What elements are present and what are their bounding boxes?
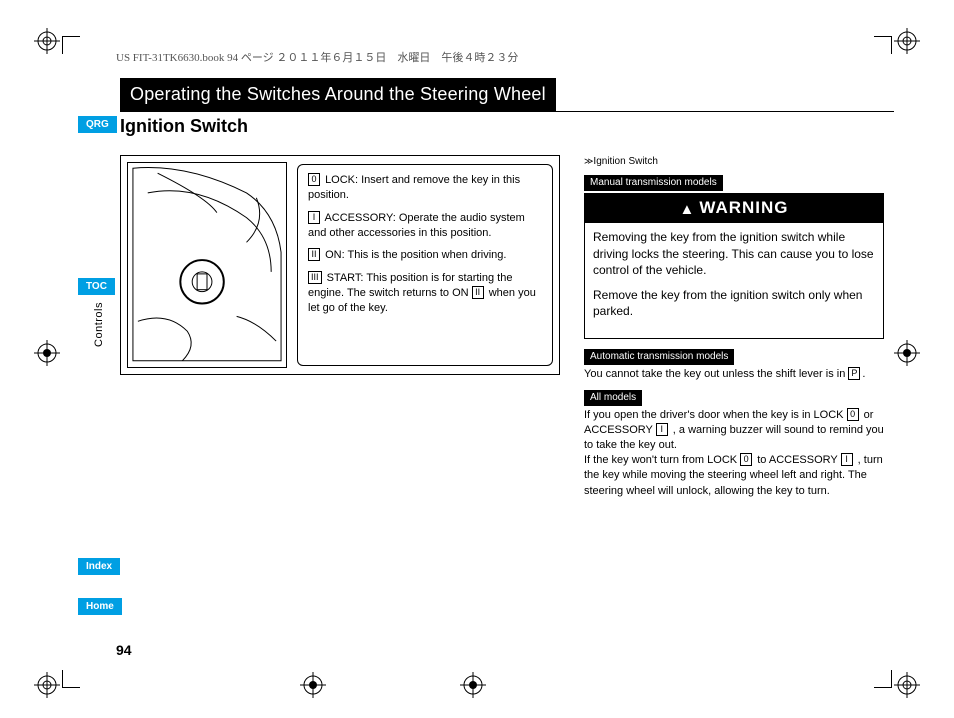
ignition-accessory-text: ACCESSORY: Operate the audio system and … — [308, 212, 525, 239]
section-rule — [120, 111, 894, 112]
crop-mark-icon — [874, 670, 892, 688]
registration-mark-icon — [894, 340, 920, 366]
book-header: US FIT-31TK6630.book 94 ページ ２０１１年６月１５日 水… — [116, 49, 518, 65]
nav-qrg[interactable]: QRG — [78, 114, 117, 133]
key-box-i-ref2: I — [841, 453, 853, 466]
page-area: Operating the Switches Around the Steeri… — [60, 78, 894, 658]
key-box-ii: II — [308, 248, 320, 261]
nav-qrg-label[interactable]: QRG — [78, 116, 117, 133]
warning-triangle-icon: ▲ — [679, 201, 695, 218]
warning-paragraph-1: Removing the key from the ignition switc… — [593, 229, 875, 279]
ignition-start: III START: This position is for starting… — [308, 271, 542, 316]
key-box-0-ref: 0 — [847, 408, 859, 421]
auto-note-a: You cannot take the key out unless the s… — [584, 368, 848, 380]
registration-mark-icon — [460, 672, 486, 698]
key-box-ii-ref: II — [472, 286, 484, 299]
nav-toc-label[interactable]: TOC — [78, 278, 115, 295]
key-box-iii: III — [308, 271, 322, 284]
section-title: Ignition Switch — [120, 116, 894, 137]
warning-paragraph-2: Remove the key from the ignition switch … — [593, 287, 875, 320]
warning-title-text: WARNING — [699, 198, 788, 217]
key-box-0-ref2: 0 — [740, 453, 752, 466]
key-box-i-ref: I — [656, 423, 668, 436]
sidebar-heading: Ignition Switch — [584, 155, 884, 169]
ignition-on: II ON: This is the position when driving… — [308, 248, 542, 263]
all1-a: If you open the driver's door when the k… — [584, 409, 847, 421]
tag-automatic-transmission: Automatic transmission models — [584, 349, 734, 365]
ignition-switch-illustration — [127, 162, 287, 368]
key-box-i: I — [308, 211, 320, 224]
all2-a: If the key won't turn from LOCK — [584, 454, 740, 466]
tag-manual-transmission: Manual transmission models — [584, 175, 723, 191]
nav-home[interactable]: Home — [78, 596, 122, 615]
warning-box: ▲WARNING Removing the key from the ignit… — [584, 193, 884, 339]
chapter-title: Operating the Switches Around the Steeri… — [120, 78, 556, 111]
crop-mark-icon — [874, 36, 892, 54]
crop-mark-icon — [62, 36, 80, 54]
figure-column: 0 LOCK: Insert and remove the key in thi… — [120, 155, 560, 499]
ignition-lock-text: LOCK: Insert and remove the key in this … — [308, 174, 520, 201]
registration-mark-icon — [34, 28, 60, 54]
registration-mark-icon — [34, 672, 60, 698]
ignition-lock: 0 LOCK: Insert and remove the key in thi… — [308, 173, 542, 203]
key-box-p: P — [848, 367, 860, 380]
sidebar-column: Ignition Switch Manual transmission mode… — [584, 155, 884, 499]
nav-index-label[interactable]: Index — [78, 558, 120, 575]
ignition-callouts: 0 LOCK: Insert and remove the key in thi… — [297, 164, 553, 366]
tab-controls: Controls — [93, 302, 105, 347]
all-models-note-2: If the key won't turn from LOCK 0 to ACC… — [584, 453, 884, 499]
registration-mark-icon — [894, 672, 920, 698]
auto-note-b: . — [862, 368, 865, 380]
crop-mark-icon — [62, 670, 80, 688]
all2-b: to ACCESSORY — [757, 454, 840, 466]
tag-all-models: All models — [584, 390, 642, 406]
registration-mark-icon — [34, 340, 60, 366]
page-number: 94 — [116, 642, 132, 658]
figure-box: 0 LOCK: Insert and remove the key in thi… — [120, 155, 560, 375]
nav-index[interactable]: Index — [78, 556, 120, 575]
registration-mark-icon — [894, 28, 920, 54]
registration-mark-icon — [300, 672, 326, 698]
auto-transmission-note: You cannot take the key out unless the s… — [584, 367, 884, 382]
ignition-accessory: I ACCESSORY: Operate the audio system an… — [308, 211, 542, 241]
nav-home-label[interactable]: Home — [78, 598, 122, 615]
all-models-note-1: If you open the driver's door when the k… — [584, 408, 884, 454]
warning-heading: ▲WARNING — [585, 194, 883, 224]
ignition-on-text: ON: This is the position when driving. — [325, 249, 506, 261]
key-box-0: 0 — [308, 173, 320, 186]
nav-toc[interactable]: TOC — [78, 276, 115, 295]
